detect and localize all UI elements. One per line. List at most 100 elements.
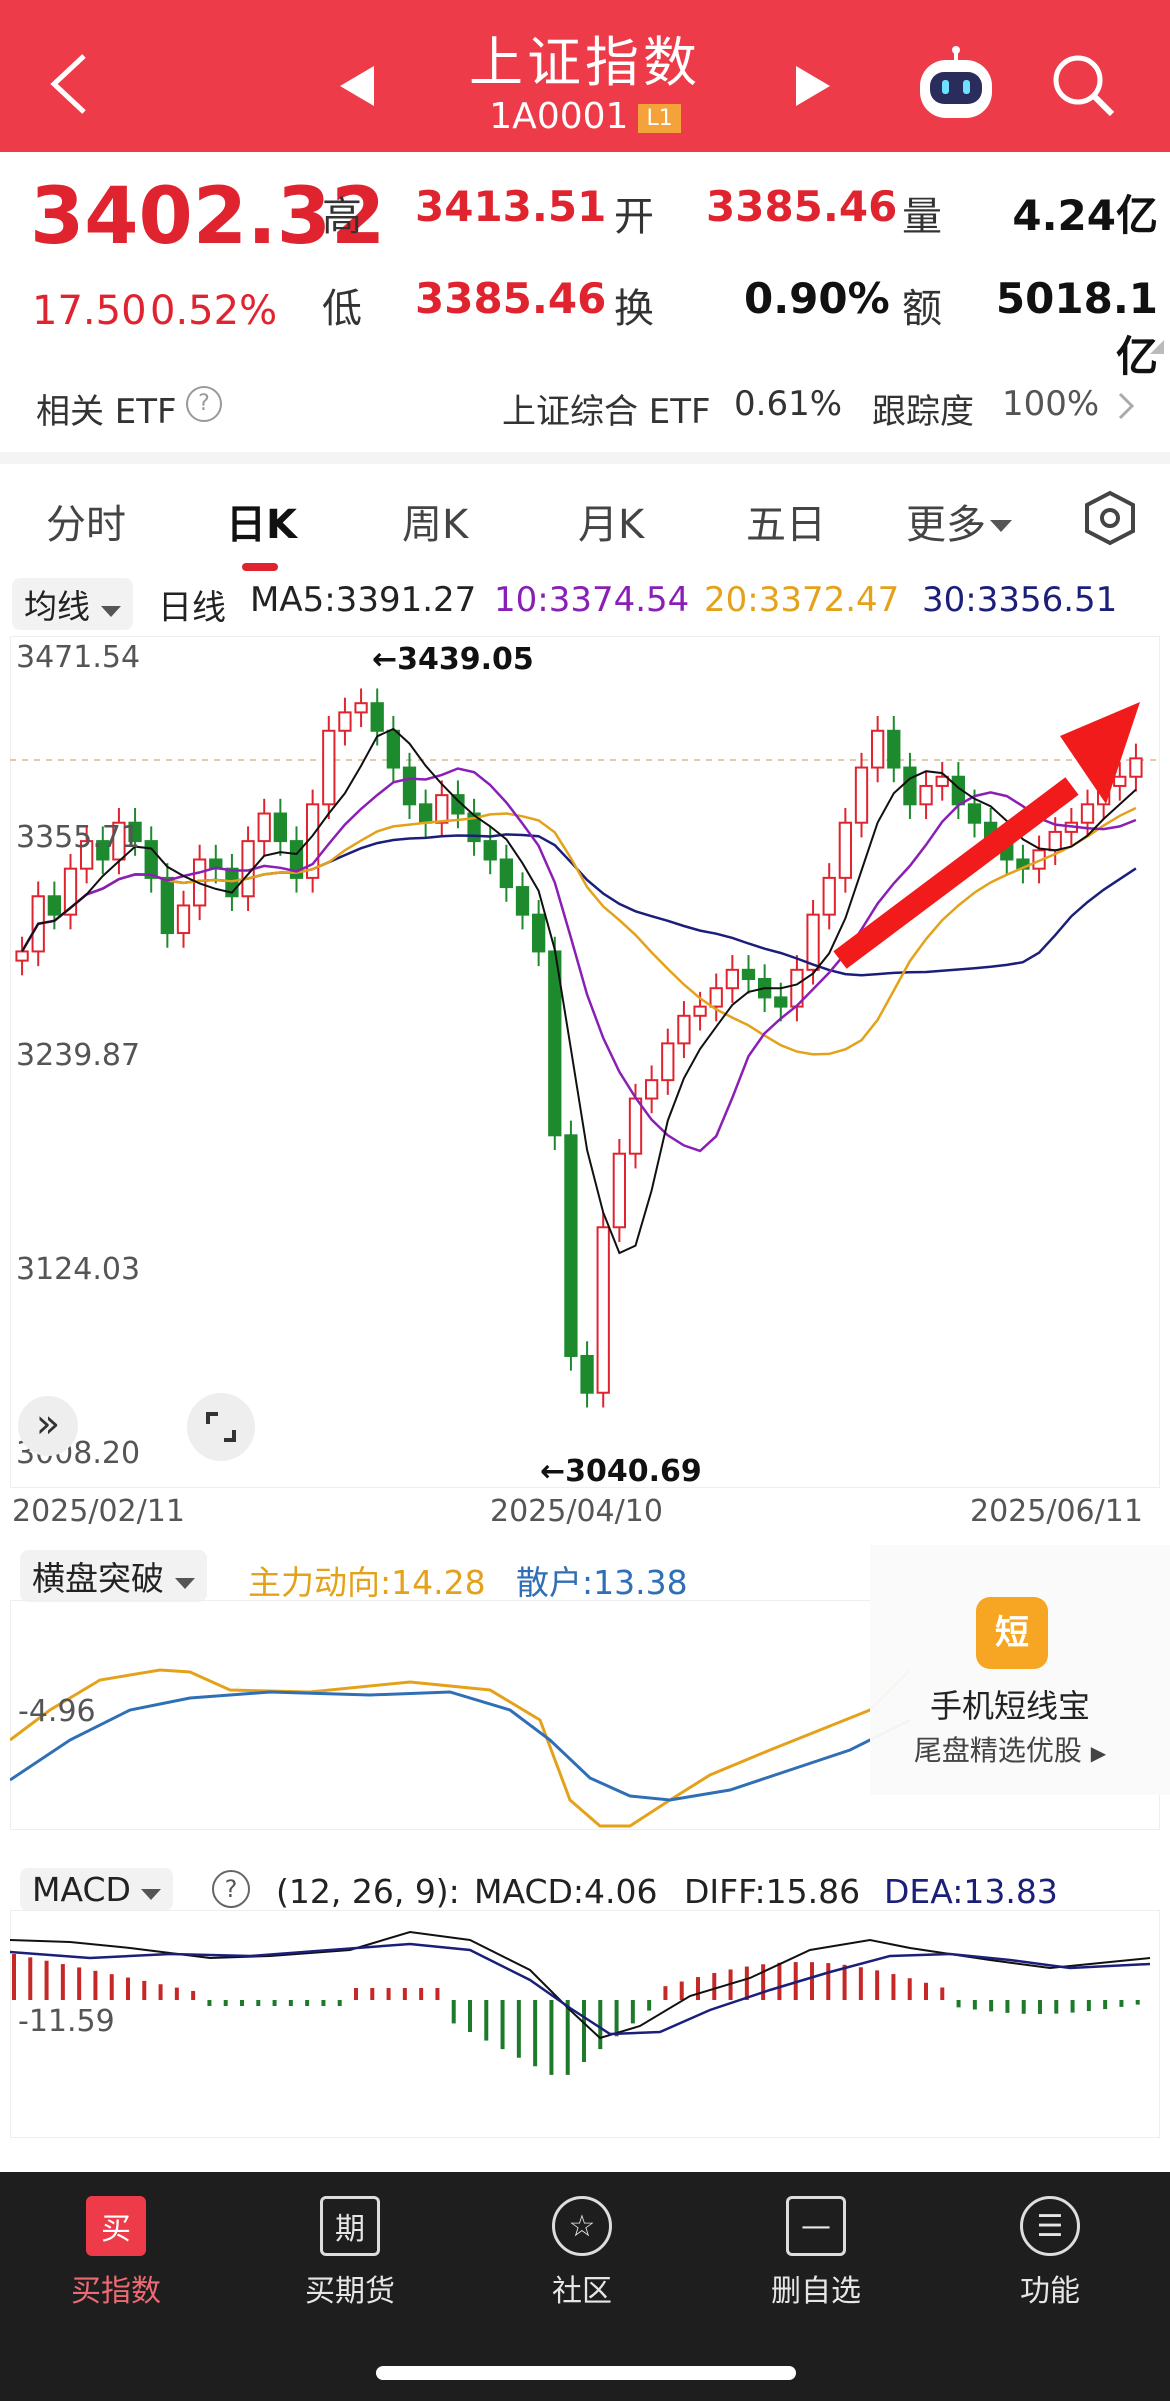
candle-body [693,1005,707,1017]
candle-body [322,729,336,806]
low-label: 低 [322,286,362,332]
active-tab-indicator [242,563,278,571]
candle-body [741,968,756,981]
tab-five-day[interactable]: 五日 [746,492,826,550]
level-badge: L1 [638,103,681,133]
index-code-text: 1A0001 [489,96,629,137]
nav-buy-futures[interactable]: 期 买期货 [250,2196,450,2310]
ma-selector-label: 均线 [24,587,90,626]
candle-body [887,729,901,769]
open-label: 开 [614,194,654,240]
candlestick-chart[interactable] [10,636,1160,1488]
high-label: 高 [322,194,362,240]
tab-intraday[interactable]: 分时 [46,492,126,550]
x-axis-label: 2025/04/10 [490,1494,663,1529]
nav-buy-index[interactable]: 买 买指数 [16,2196,216,2310]
candle-body [15,950,29,962]
dea-value: DEA:13.83 [884,1872,1058,1911]
related-etf-row[interactable]: 相关 ETF ? 上证综合 ETF 0.61% 跟踪度 100% [0,372,1170,442]
macd-help-icon[interactable]: ? [212,1870,250,1908]
indicator-y-label: -4.96 [18,1694,96,1729]
indicator-selector-label: 横盘突破 [32,1559,164,1598]
search-icon[interactable] [1050,52,1116,118]
candle-body [725,968,740,990]
ma30-value: 30:3356.51 [922,580,1118,620]
promo-title: 手机短线宝 [929,1687,1090,1725]
expand-left-icon[interactable]: » [18,1396,78,1456]
tab-weekly-k[interactable]: 周K [402,492,468,550]
x-axis-label: 2025/06/11 [970,1494,1143,1529]
home-indicator[interactable] [376,2366,796,2380]
candle-body [935,775,949,787]
candle-body [967,803,982,824]
y-axis-label: 3124.03 [16,1252,141,1287]
tab-monthly-k[interactable]: 月K [578,492,644,550]
y-axis-label: 3239.87 [16,1038,141,1073]
indicator-selector[interactable]: 横盘突破 [20,1550,207,1602]
candle-body [176,904,191,935]
diff-value: DIFF:15.86 [684,1872,861,1911]
macd-selector-label: MACD [32,1870,131,1909]
futures-icon: 期 [320,2196,380,2256]
remove-icon: — [786,2196,846,2256]
etf-pct: 0.61% [734,384,843,424]
tab-more[interactable]: 更多 [906,492,1012,550]
nav-label: 买指数 [71,2274,161,2309]
candle-body [338,711,352,732]
amount-label: 额 [902,286,942,332]
chevron-right-icon [1118,392,1134,420]
macd-params: (12, 26, 9): [276,1872,460,1911]
turnover-label: 换 [614,286,654,332]
robot-assistant-icon[interactable] [914,46,998,122]
settings-hexagon-icon[interactable] [1082,490,1138,546]
next-triangle-icon[interactable] [796,66,830,106]
candle-body [661,1042,675,1082]
nav-label: 买期货 [305,2274,395,2309]
macd-selector[interactable]: MACD [20,1868,174,1911]
macd-chart[interactable] [10,1910,1160,2138]
candle-body [483,840,497,861]
dropdown-triangle-icon [174,1578,195,1589]
y-axis-label: 3471.54 [16,640,141,675]
nav-remove-watchlist[interactable]: — 删自选 [716,2196,916,2310]
promo-subtitle-text: 尾盘精选优股 [913,1734,1082,1767]
help-icon[interactable]: ? [186,386,222,422]
promo-card[interactable]: 短 手机短线宝 尾盘精选优股 ▶ [870,1545,1170,1795]
nav-functions[interactable]: ☰ 功能 [950,2196,1150,2310]
candle-body [418,803,433,824]
dropdown-triangle-icon [100,606,121,617]
nav-community[interactable]: ☆ 社区 [482,2196,682,2310]
candle-body [709,987,723,1008]
candle-body [370,702,384,732]
low-value: 3385.46 [415,274,607,323]
ma-period: 日线 [158,588,226,628]
fullscreen-icon[interactable] [186,1392,256,1462]
promo-icon: 短 [976,1597,1048,1669]
candle-body [1129,757,1143,778]
price-change-pct: 0.52% [150,288,278,334]
candle-body [402,766,417,806]
price-change: 17.50 [32,288,147,334]
track-value: 100% [1002,384,1100,424]
app-header: 上证指数 1A0001 L1 [0,0,1170,152]
track-label: 跟踪度 [872,392,974,432]
candle-body [1113,775,1127,787]
open-value: 3385.46 [706,182,898,231]
ma-selector[interactable]: 均线 [12,578,133,630]
candle-body [1048,830,1062,852]
candle-body [144,840,158,879]
etf-name: 上证综合 ETF [502,392,711,432]
x-axis-label: 2025/02/11 [12,1494,185,1529]
ma5-value: MA5:3391.27 [250,580,477,620]
promo-subtitle: 尾盘精选优股 ▶ [870,1729,1150,1769]
retail-value: 散户:13.38 [516,1563,688,1602]
play-icon: ▶ [1090,1741,1107,1765]
candle-body [499,858,514,889]
related-etf-label: 相关 ETF [36,392,177,432]
candle-body [47,895,62,916]
high-marker: ←3439.05 [372,642,534,677]
candle-body [870,729,885,769]
candle-body [564,1134,578,1357]
tab-daily-k[interactable]: 日K [226,492,297,550]
dropdown-triangle-icon [990,520,1012,532]
